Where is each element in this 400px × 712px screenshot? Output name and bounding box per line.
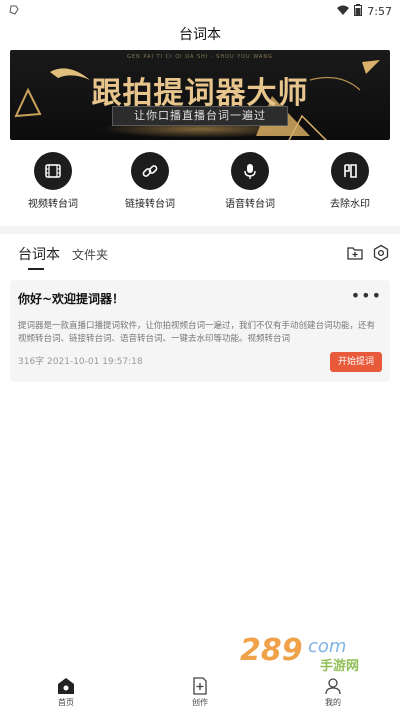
active-tab-indicator [28, 268, 44, 270]
tabs-row: 台词本 文件夹 [0, 234, 400, 274]
new-folder-icon[interactable] [346, 244, 364, 262]
settings-icon[interactable] [372, 244, 390, 262]
nav-profile[interactable]: 我的 [303, 676, 363, 708]
script-title: 你好~欢迎提词器！ [18, 292, 125, 306]
tab-scripts[interactable]: 台词本 [18, 244, 60, 264]
battery-icon [354, 3, 363, 19]
feature-label: 视频转台词 [28, 199, 78, 210]
watermark-icon [331, 152, 369, 190]
nav-label: 创作 [192, 698, 208, 707]
status-bar: 7:57 [0, 0, 400, 22]
wifi-icon [337, 5, 350, 18]
feature-label: 链接转台词 [125, 199, 175, 210]
notification-icon [8, 4, 20, 19]
section-divider [0, 226, 400, 234]
start-prompter-button[interactable]: 开始提词 [330, 352, 382, 372]
banner-subtitle: 让你口播直播台词一遍过 [112, 106, 288, 126]
feature-voice-to-script[interactable]: 语音转台词 [205, 152, 295, 212]
home-icon [56, 676, 76, 696]
feature-row: 视频转台词 链接转台词 语音转台词 去除水印 [0, 148, 400, 218]
tab-folders[interactable]: 文件夹 [72, 246, 108, 263]
feature-remove-watermark[interactable]: 去除水印 [305, 152, 395, 212]
page-title: 台词本 [179, 27, 221, 43]
link-icon [131, 152, 169, 190]
bottom-navigation: 首页 创作 我的 [0, 672, 400, 712]
create-icon [190, 676, 210, 696]
promo-banner[interactable]: GEN PAI TI CI QI DA SHI · SHOU YOU WANG … [10, 50, 390, 140]
nav-home[interactable]: 首页 [36, 676, 96, 708]
site-watermark-logo: 289 com 手游网 [240, 633, 359, 674]
status-time: 7:57 [367, 4, 392, 18]
watermark-number: 289 [240, 633, 303, 668]
nav-label: 我的 [325, 698, 341, 707]
profile-icon [323, 676, 343, 696]
feature-link-to-script[interactable]: 链接转台词 [105, 152, 195, 212]
microphone-icon [231, 152, 269, 190]
nav-label: 首页 [58, 698, 74, 707]
nav-create[interactable]: 创作 [170, 676, 230, 708]
feature-label: 去除水印 [330, 199, 370, 210]
watermark-domain: com [308, 636, 346, 657]
more-options-icon[interactable]: ••• [351, 286, 382, 305]
script-card[interactable]: 你好~欢迎提词器！ ••• 提词器是一款直播口播提词软件，让你拍视频台词一遍过，… [10, 280, 390, 382]
feature-label: 语音转台词 [225, 199, 275, 210]
script-preview: 提词器是一款直播口播提词软件，让你拍视频台词一遍过，我们不仅有手动创建台词功能，… [18, 321, 376, 344]
feature-video-to-script[interactable]: 视频转台词 [8, 152, 98, 212]
film-icon [34, 152, 72, 190]
script-meta: 316字 2021-10-01 19:57:18 [18, 357, 143, 367]
